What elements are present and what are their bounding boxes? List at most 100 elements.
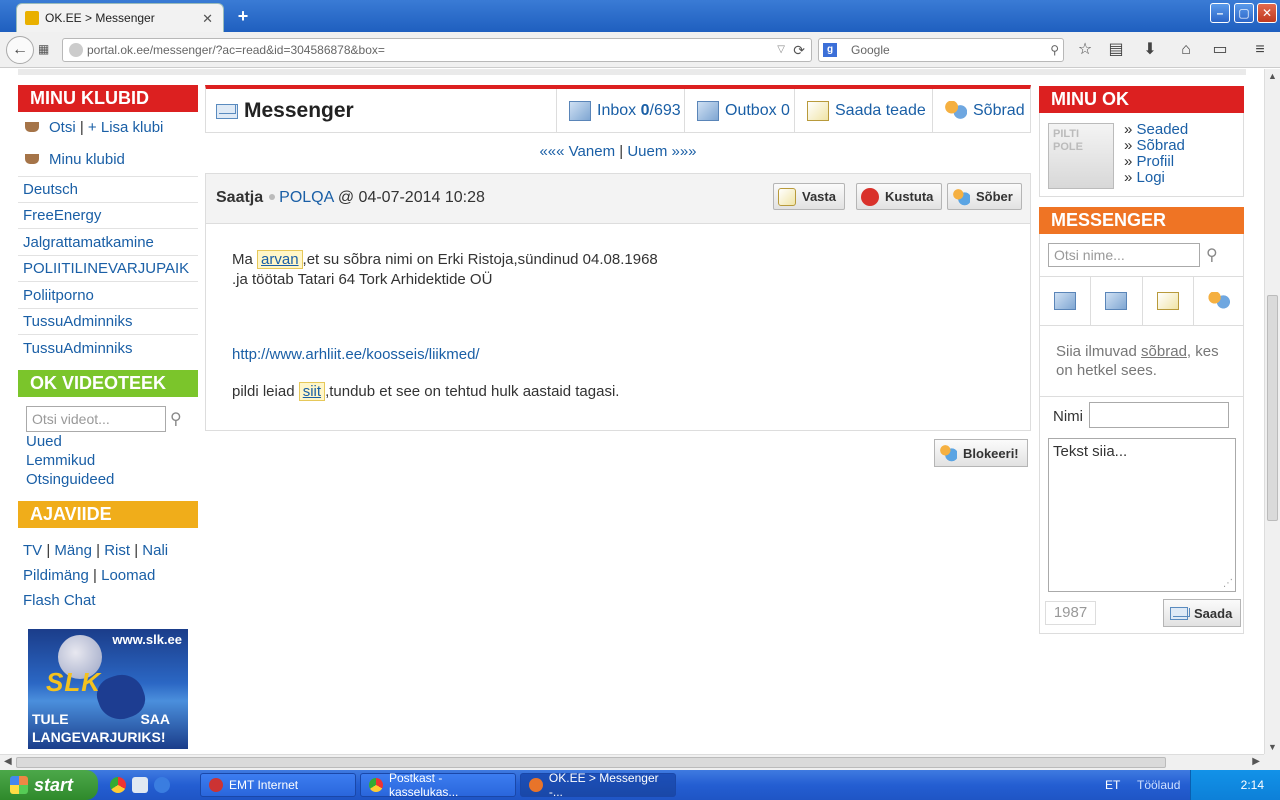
club-item[interactable]: TussuAdminniks (18, 335, 198, 362)
taskbar-item-postkast[interactable]: Postkast - kasselukas... (360, 771, 516, 799)
block-button[interactable]: Blokeeri! (934, 439, 1028, 467)
flash-chat-link[interactable]: Flash Chat (23, 592, 96, 609)
keyword-link-siit[interactable]: siit (298, 382, 326, 401)
home-icon[interactable]: ⌂ (1175, 40, 1197, 60)
google-icon[interactable]: g (823, 43, 837, 57)
bookmarks-list-icon[interactable]: ▤ (1105, 40, 1127, 60)
scroll-left-icon[interactable]: ◀ (4, 756, 12, 767)
language-indicator[interactable]: ET (1105, 778, 1120, 792)
window-icon[interactable]: ▭ (1209, 40, 1231, 60)
chrome-quicklaunch-icon[interactable] (110, 777, 126, 793)
scroll-down-icon[interactable]: ▼ (1268, 742, 1277, 752)
animals-link[interactable]: Loomad (101, 567, 155, 584)
older-link[interactable]: ««« Vanem (539, 143, 615, 160)
favicon-icon (25, 11, 39, 25)
video-search-input[interactable]: Otsi videot... (26, 406, 166, 432)
picture-game-link[interactable]: Pildimäng (23, 567, 89, 584)
club-item[interactable]: TussuAdminniks (18, 309, 198, 335)
scroll-right-icon[interactable]: ▶ (1252, 756, 1260, 767)
downloads-icon[interactable]: ⬇ (1139, 40, 1161, 60)
search-bar[interactable]: g Google ⚲ (818, 38, 1064, 62)
crossword-link[interactable]: Rist (104, 542, 130, 559)
firefox-app-icon (529, 778, 543, 792)
game-link[interactable]: Mäng (54, 542, 92, 559)
club-item[interactable]: Jalgrattamatkamine (18, 229, 198, 256)
app-quicklaunch-icon[interactable] (132, 777, 148, 793)
resize-grip-icon[interactable]: ⋰ (1223, 578, 1233, 589)
club-item[interactable]: FreeEnergy (18, 203, 198, 229)
taskbar-item-messenger[interactable]: OK.EE > Messenger -... (520, 771, 676, 799)
maximize-button[interactable]: ▢ (1234, 3, 1254, 23)
profile-link[interactable]: » Profiil (1124, 153, 1174, 170)
sender-name-link[interactable]: POLQA (279, 189, 333, 206)
video-new-link[interactable]: Uued (26, 433, 62, 450)
taskbar-item-emt[interactable]: EMT Internet (200, 773, 356, 797)
delete-button[interactable]: Kustuta (856, 183, 943, 210)
reload-icon[interactable]: ⟳ (793, 39, 805, 61)
message-url-link[interactable]: http://www.arhliit.ee/koosseis/liikmed/ (232, 345, 480, 365)
message-textarea[interactable]: Tekst siia... ⋰ (1048, 438, 1236, 592)
my-clubs-link[interactable]: Minu klubid (49, 151, 125, 168)
page-view-icon[interactable]: ▦ (38, 42, 54, 56)
avatar[interactable]: PILTI POLE (1048, 123, 1114, 189)
club-item[interactable]: Deutsch (18, 176, 198, 203)
address-bar[interactable]: portal.ok.ee/messenger/?ac=read&id=30458… (62, 38, 812, 62)
back-button[interactable]: ← (6, 36, 34, 64)
video-search-icon[interactable]: ⚲ (170, 409, 182, 429)
add-friend-button[interactable]: Sõber (947, 183, 1022, 210)
browser-tab[interactable]: OK.EE > Messenger ✕ (16, 3, 224, 32)
tab-close-icon[interactable]: ✕ (202, 11, 213, 27)
newer-link[interactable]: Uuem »»» (627, 143, 696, 160)
close-window-button[interactable]: ✕ (1257, 3, 1277, 23)
desktop-toolbar-label[interactable]: Töölaud (1137, 778, 1180, 792)
clubs-search-link[interactable]: Otsi (49, 119, 76, 136)
horizontal-scroll-thumb[interactable] (16, 757, 1166, 768)
bookmark-star-icon[interactable]: ☆ (1074, 40, 1096, 60)
tab-send-message[interactable]: Saada teade (794, 89, 932, 133)
dropdown-arrow-icon[interactable]: ▽ (777, 39, 785, 61)
inbox-shortcut[interactable] (1040, 277, 1092, 325)
line-1-text-b: ,et su sõbra nimi on Erki Ristoja,sündin… (302, 251, 658, 268)
joke-link[interactable]: Nali (142, 542, 168, 559)
send-envelope-icon (1170, 606, 1188, 620)
new-tab-button[interactable]: + (232, 5, 254, 27)
tv-link[interactable]: TV (23, 542, 42, 559)
logout-link[interactable]: » Logi (1124, 169, 1165, 186)
start-button[interactable]: start (0, 770, 98, 800)
club-item[interactable]: Poliitporno (18, 282, 198, 309)
friends-link[interactable]: » Sõbrad (1124, 137, 1185, 154)
minimize-button[interactable]: – (1210, 3, 1230, 23)
compose-shortcut[interactable] (1143, 277, 1194, 325)
slk-banner[interactable]: www.slk.ee SLK TULE SAA LANGEVARJURIKS! (28, 629, 188, 749)
ie-quicklaunch-icon[interactable] (154, 777, 170, 793)
online-friends-link[interactable]: sõbrad (1141, 343, 1187, 360)
send-button[interactable]: Saada (1163, 599, 1242, 627)
message-body: Ma arvan ,et su sõbra nimi on Erki Ristoj… (232, 250, 1012, 401)
settings-link[interactable]: » Seaded (1124, 121, 1188, 138)
friends-shortcut[interactable] (1194, 277, 1244, 325)
scroll-up-icon[interactable]: ▲ (1268, 71, 1277, 81)
video-ideas-link[interactable]: Otsinguideed (26, 471, 114, 488)
reply-button[interactable]: Vasta (773, 183, 845, 210)
vertical-scrollbar[interactable]: ▲ ▼ (1264, 69, 1280, 754)
add-club-link[interactable]: + Lisa klubi (88, 119, 163, 136)
vertical-scroll-thumb[interactable] (1267, 295, 1278, 521)
chrome-app-icon (369, 778, 383, 792)
outbox-shortcut[interactable] (1091, 277, 1143, 325)
keyword-link-arvan[interactable]: arvan (257, 250, 303, 269)
tab-friends[interactable]: Sõbrad (932, 89, 1030, 133)
video-favorites-link[interactable]: Lemmikud (26, 452, 95, 469)
tab-outbox[interactable]: Outbox 0 (684, 89, 794, 133)
system-tray: 2:14 (1190, 770, 1280, 800)
menu-icon[interactable]: ≡ (1249, 40, 1271, 60)
club-item[interactable]: POLIITILINEVARJUPAIK (18, 256, 198, 282)
address-text: portal.ok.ee/messenger/?ac=read&id=30458… (87, 43, 385, 57)
recipient-input[interactable] (1089, 402, 1229, 428)
tab-inbox[interactable]: Inbox 0/693 (556, 89, 684, 133)
name-search-input[interactable]: Otsi nime... (1048, 243, 1200, 267)
web-page: MINU KLUBID Otsi | + Lisa klubi Minu klu… (0, 69, 1264, 754)
reply-icon (778, 187, 796, 206)
name-search-icon[interactable]: ⚲ (1206, 245, 1218, 265)
horizontal-scrollbar[interactable]: ◀ ▶ (0, 754, 1264, 770)
search-icon[interactable]: ⚲ (1050, 39, 1059, 61)
